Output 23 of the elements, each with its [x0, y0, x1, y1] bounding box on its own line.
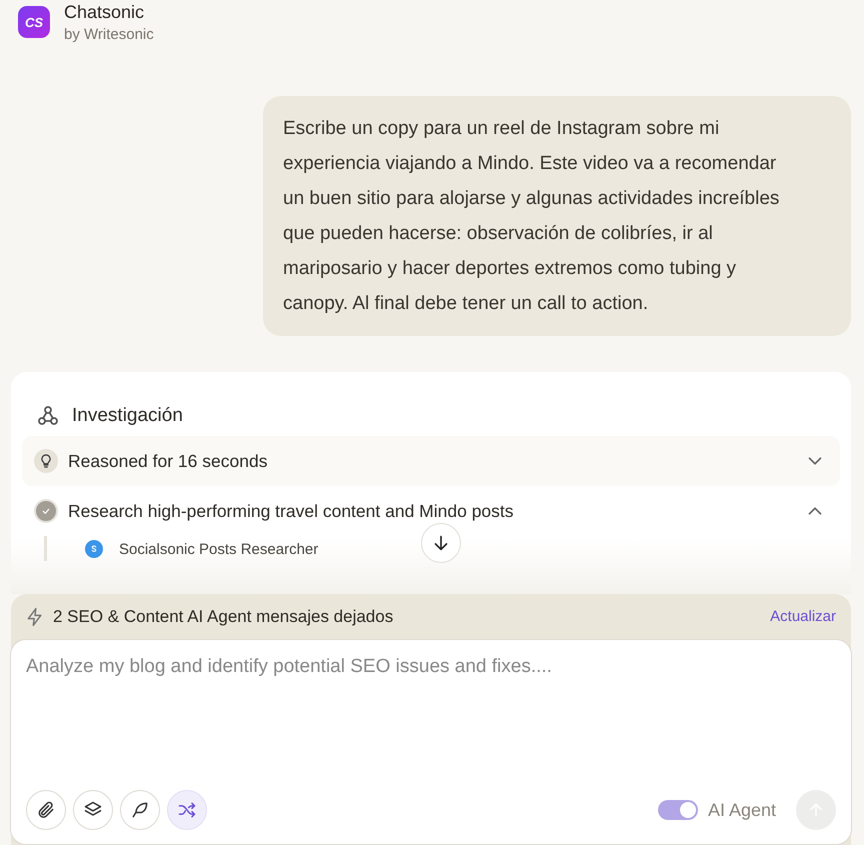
quota-text: 2 SEO & Content AI Agent mensajes dejados — [53, 606, 394, 626]
step-row[interactable]: Research high-performing travel content and Mindo posts — [22, 486, 840, 536]
user-message: Escribe un copy para un reel de Instagram sobre mi experiencia viajando a Mindo. Este video va a recomendar un buen sitio para alojarse y algunas actividades increíbles que pueden hacerse: observación de colibríes, ir al mariposario y hacer deportes extremos como tubing y canopy. Al final debe tener un call to action. — [263, 96, 851, 336]
agent-toggle[interactable] — [658, 800, 698, 820]
app-subtitle: by Writesonic — [64, 26, 154, 43]
paperclip-icon — [36, 800, 56, 820]
message-field[interactable]: Analyze my blog and identify potential SEO issues and fixes.... AI Agent — [10, 639, 852, 845]
feather-button[interactable] — [120, 790, 160, 830]
webhook-icon — [36, 404, 60, 428]
app-title: Chatsonic — [64, 2, 146, 23]
step-row[interactable]: Reasoned for 16 seconds — [22, 436, 840, 486]
sub-step[interactable]: Socialsonic Posts Researcher — [85, 540, 318, 558]
shuffle-button[interactable] — [167, 790, 207, 830]
message-input[interactable]: Analyze my blog and identify potential SEO issues and fixes.... — [11, 640, 851, 790]
logo-icon: CS — [18, 6, 50, 38]
layers-button[interactable] — [73, 790, 113, 830]
toggle-label: AI Agent — [708, 800, 776, 820]
upgrade-link[interactable]: Actualizar — [770, 608, 836, 625]
feather-icon — [130, 800, 150, 820]
attach-button[interactable] — [26, 790, 66, 830]
section-title: Investigación — [72, 405, 183, 427]
shuffle-icon — [177, 800, 197, 820]
scroll-down-button[interactable] — [421, 523, 461, 563]
